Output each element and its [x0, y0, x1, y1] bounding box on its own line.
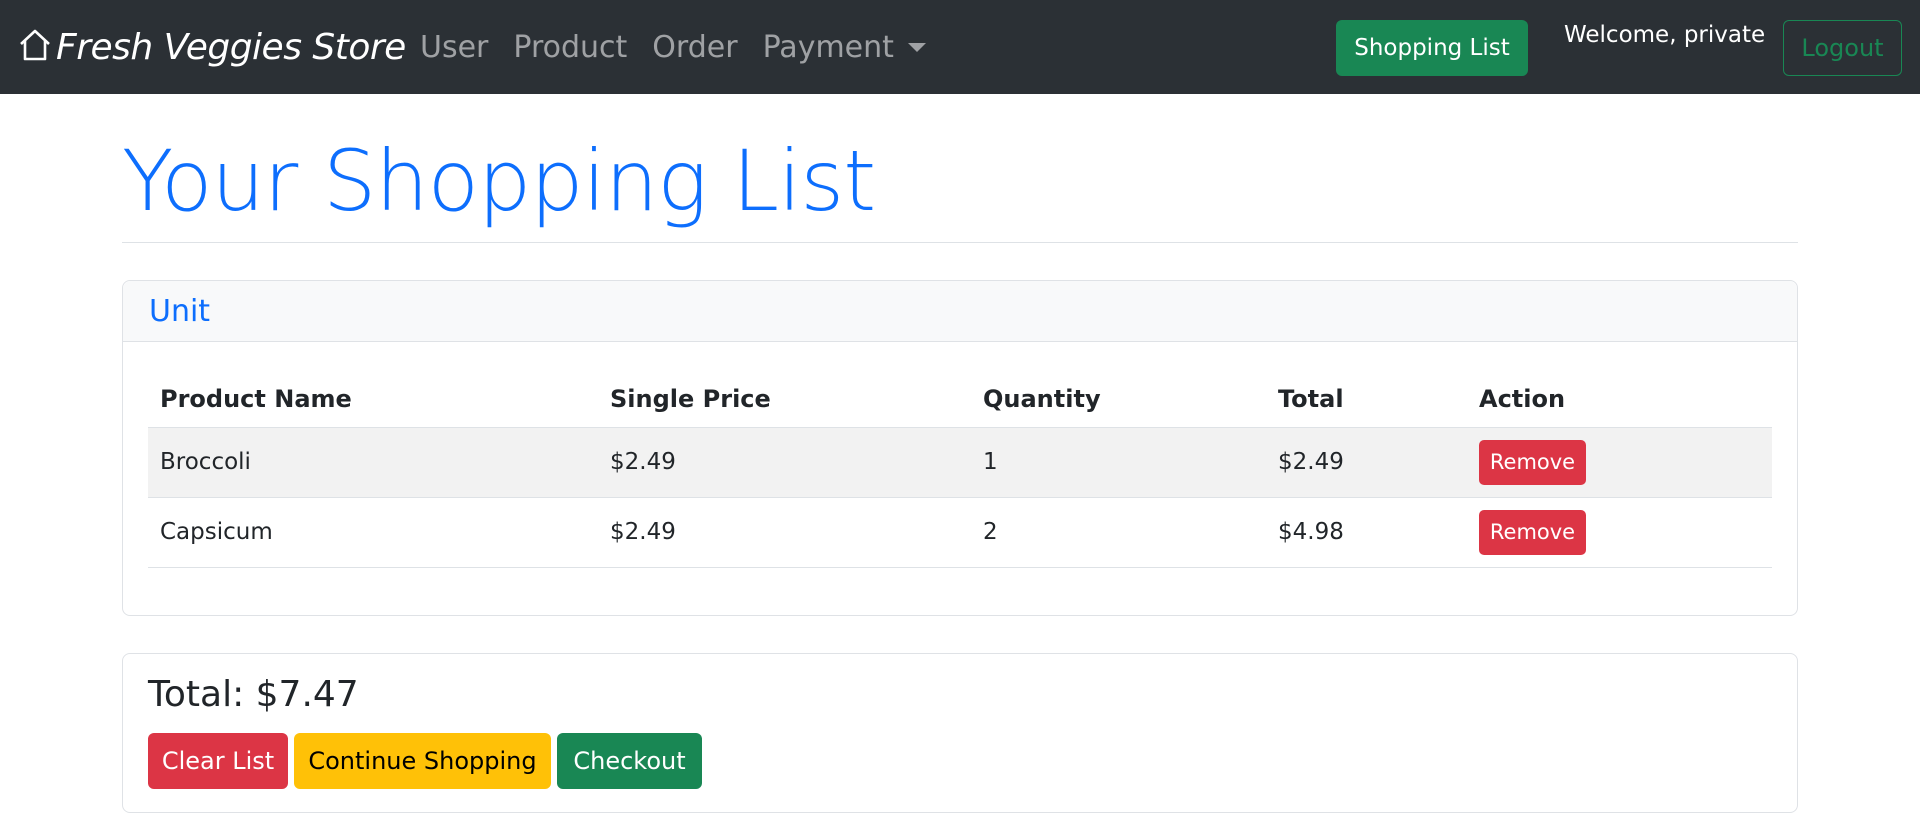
column-header-product-name: Product Name — [148, 371, 598, 428]
column-header-quantity: Quantity — [971, 371, 1266, 428]
total-cell: $2.49 — [1266, 427, 1467, 498]
column-header-single-price: Single Price — [598, 371, 971, 428]
unit-card: Unit Product Name Single Price Quantity … — [122, 280, 1798, 616]
product-name-cell: Broccoli — [148, 427, 598, 498]
quantity-cell: 1 — [971, 427, 1266, 498]
shopping-list-button[interactable]: Shopping List — [1336, 20, 1528, 76]
nav-link-user[interactable]: User — [420, 30, 488, 65]
brand-link[interactable]: Fresh Veggies Store — [18, 22, 406, 72]
house-icon — [18, 27, 56, 68]
nav-link-payment-label: Payment — [762, 29, 894, 65]
unit-card-title: Unit — [149, 293, 211, 329]
caret-down-icon — [907, 42, 926, 52]
table-row: Broccoli $2.49 1 $2.49 Remove — [148, 427, 1772, 498]
table-header-row: Product Name Single Price Quantity Total… — [148, 371, 1772, 428]
column-header-action: Action — [1467, 371, 1772, 428]
nav-link-order[interactable]: Order — [652, 30, 737, 65]
continue-shopping-button[interactable]: Continue Shopping — [294, 733, 551, 789]
shopping-list-table: Product Name Single Price Quantity Total… — [148, 371, 1772, 568]
clear-list-button[interactable]: Clear List — [148, 733, 288, 789]
welcome-text: Welcome, private — [1564, 22, 1766, 48]
brand-name: Fresh Veggies Store — [56, 26, 406, 68]
action-cell: Remove — [1467, 497, 1772, 568]
single-price-cell: $2.49 — [598, 427, 971, 498]
summary-card: Total: $7.47 Clear List Continue Shoppin… — [122, 653, 1798, 813]
summary-actions: Clear List Continue Shopping Checkout — [148, 733, 702, 789]
nav-links: User Product Order Payment — [420, 22, 951, 72]
total-cell: $4.98 — [1266, 497, 1467, 568]
top-navbar: Fresh Veggies Store User Product Order P… — [0, 0, 1920, 94]
table-row: Capsicum $2.49 2 $4.98 Remove — [148, 497, 1772, 568]
action-cell: Remove — [1467, 427, 1772, 498]
grand-total: Total: $7.47 — [148, 674, 359, 715]
remove-button[interactable]: Remove — [1479, 439, 1586, 485]
checkout-button[interactable]: Checkout — [557, 733, 702, 789]
unit-card-header: Unit — [123, 281, 1797, 342]
single-price-cell: $2.49 — [598, 497, 971, 568]
quantity-cell: 2 — [971, 497, 1266, 568]
product-name-cell: Capsicum — [148, 497, 598, 568]
logout-button[interactable]: Logout — [1783, 20, 1902, 76]
nav-dropdown-payment[interactable]: Payment — [763, 30, 926, 65]
page-title: Your Shopping List — [122, 132, 876, 230]
column-header-total: Total — [1266, 371, 1467, 428]
title-divider — [122, 242, 1798, 243]
remove-button[interactable]: Remove — [1479, 509, 1586, 555]
nav-link-product[interactable]: Product — [513, 30, 627, 65]
